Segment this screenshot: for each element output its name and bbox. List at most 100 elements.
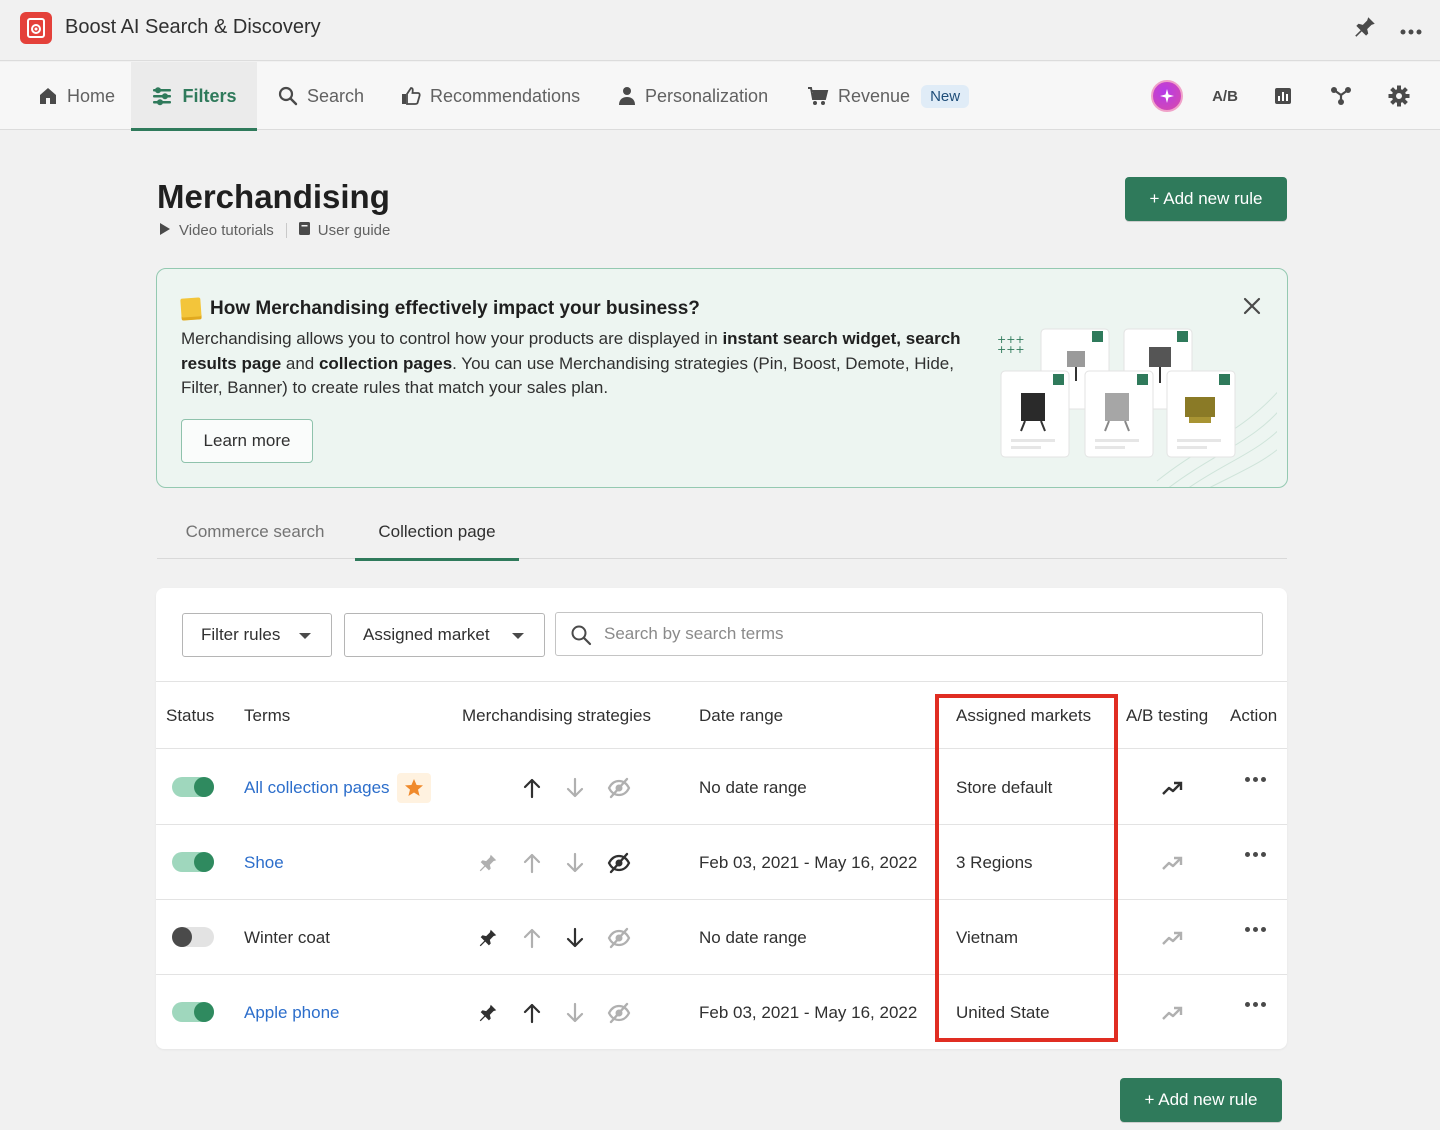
banner-title: How Merchandising effectively impact you… (210, 298, 700, 319)
rule-term[interactable]: Shoe (244, 853, 284, 873)
ai-assistant-button[interactable] (1138, 62, 1196, 130)
banner-text-1: Merchandising allows you to control how … (181, 329, 723, 348)
demote-arrow-down-icon[interactable] (562, 925, 588, 951)
col-ab-testing: A/B testing (1126, 706, 1209, 725)
more-options-icon[interactable] (1400, 20, 1422, 40)
analytics-button[interactable] (1254, 62, 1312, 130)
add-new-rule-button[interactable]: + Add new rule (1125, 177, 1287, 221)
col-status: Status (166, 706, 215, 725)
app-titlebar: Boost AI Search & Discovery (0, 0, 1440, 61)
nav-filters[interactable]: Filters (131, 62, 257, 131)
info-banner: How Merchandising effectively impact you… (156, 268, 1288, 488)
ab-trend-icon[interactable] (1159, 1000, 1185, 1026)
ab-label: A/B (1212, 87, 1238, 105)
hide-eye-slash-icon[interactable] (606, 925, 632, 951)
nav-filters-label: Filters (182, 85, 237, 106)
pin-icon[interactable] (475, 925, 501, 951)
ab-trend-icon[interactable] (1159, 925, 1185, 951)
merchandising-illustration: +++ +++ (997, 328, 1277, 487)
boost-arrow-up-icon[interactable] (519, 775, 545, 801)
search-terms-input[interactable]: Search by search terms (555, 612, 1263, 656)
add-new-rule-bottom-button[interactable]: + Add new rule (1120, 1078, 1282, 1122)
nav-revenue[interactable]: Revenue New (807, 62, 970, 130)
status-toggle[interactable] (172, 927, 214, 947)
demote-arrow-down-icon[interactable] (562, 850, 588, 876)
search-icon (571, 625, 592, 646)
nav-personalization[interactable]: Personalization (618, 62, 768, 130)
star-icon (396, 772, 431, 803)
status-toggle[interactable] (172, 852, 214, 872)
banner-description: Merchandising allows you to control how … (181, 327, 961, 401)
banner-text-2: and (281, 353, 319, 373)
nav-recommendations[interactable]: Recommendations (401, 62, 580, 130)
integrations-button[interactable] (1312, 62, 1370, 130)
hide-eye-slash-icon[interactable] (606, 775, 632, 801)
settings-button[interactable] (1370, 62, 1428, 130)
play-icon (159, 222, 171, 239)
more-actions-icon[interactable] (1245, 927, 1266, 932)
rule-term: Winter coat (244, 927, 330, 947)
date-range: Feb 03, 2021 - May 16, 2022 (699, 852, 918, 872)
rule-term[interactable]: All collection pages (244, 778, 390, 798)
toggle-knob (194, 852, 214, 872)
tab-collection-page[interactable]: Collection page (355, 505, 519, 561)
assigned-market-dropdown[interactable]: Assigned market (344, 613, 545, 657)
main-navigation: Home Filters Search Recommendations Pers… (0, 62, 1440, 131)
toggle-knob (172, 927, 192, 947)
thumbs-up-icon (402, 87, 421, 105)
video-tutorials-link[interactable]: Video tutorials (179, 222, 274, 239)
col-strategies: Merchandising strategies (462, 706, 651, 725)
banner-heading: How Merchandising effectively impact you… (180, 297, 700, 321)
user-icon (619, 87, 635, 105)
boost-arrow-up-icon[interactable] (519, 925, 545, 951)
demote-arrow-down-icon[interactable] (562, 1000, 588, 1026)
more-actions-icon[interactable] (1245, 852, 1266, 857)
status-toggle[interactable] (172, 1002, 214, 1022)
nav-home[interactable]: Home (38, 62, 115, 130)
ab-testing-button[interactable]: A/B (1196, 62, 1254, 130)
filters-icon (153, 87, 172, 106)
boost-arrow-up-icon[interactable] (519, 850, 545, 876)
ab-trend-icon[interactable] (1159, 775, 1185, 801)
date-range: No date range (699, 777, 807, 797)
demote-arrow-down-icon[interactable] (562, 775, 588, 801)
close-icon[interactable] (1243, 297, 1261, 320)
page-title: Merchandising (157, 178, 390, 215)
book-icon (298, 222, 310, 239)
gear-icon (1388, 85, 1410, 107)
toggle-knob (194, 777, 214, 797)
hide-eye-slash-icon[interactable] (606, 850, 632, 876)
toggle-knob (194, 1002, 214, 1022)
app-logo-icon (20, 12, 52, 44)
hide-eye-slash-icon[interactable] (606, 1000, 632, 1026)
search-placeholder: Search by search terms (604, 624, 784, 643)
boost-arrow-up-icon[interactable] (519, 1000, 545, 1026)
page-tabs: Commerce search Collection page (157, 505, 1287, 561)
new-badge: New (921, 84, 970, 108)
rule-term[interactable]: Apple phone (244, 1003, 339, 1023)
app-title: Boost AI Search & Discovery (65, 16, 321, 38)
banner-bold-3: collection pages (318, 353, 453, 373)
more-actions-icon[interactable] (1245, 1002, 1266, 1007)
pin-app-icon[interactable] (1352, 14, 1378, 45)
learn-more-button[interactable]: Learn more (181, 419, 313, 463)
nav-search[interactable]: Search (278, 62, 364, 130)
sparkle-icon (1151, 80, 1183, 112)
nodes-icon (1331, 87, 1351, 105)
user-guide-link[interactable]: User guide (318, 222, 391, 239)
filter-rules-label: Filter rules (201, 625, 281, 644)
nav-recommendations-label: Recommendations (430, 85, 581, 106)
ab-trend-icon[interactable] (1159, 850, 1185, 876)
filter-rules-dropdown[interactable]: Filter rules (182, 613, 332, 657)
notepad-icon (180, 297, 202, 321)
pin-icon[interactable] (475, 850, 501, 876)
col-terms: Terms (244, 706, 291, 725)
tab-commerce-search[interactable]: Commerce search (157, 505, 353, 559)
nav-home-label: Home (67, 85, 116, 106)
nav-personalization-label: Personalization (645, 85, 769, 106)
pin-icon[interactable] (475, 1000, 501, 1026)
more-actions-icon[interactable] (1245, 777, 1266, 782)
bar-chart-icon (1275, 88, 1291, 104)
home-icon (40, 88, 56, 104)
status-toggle[interactable] (172, 777, 214, 797)
